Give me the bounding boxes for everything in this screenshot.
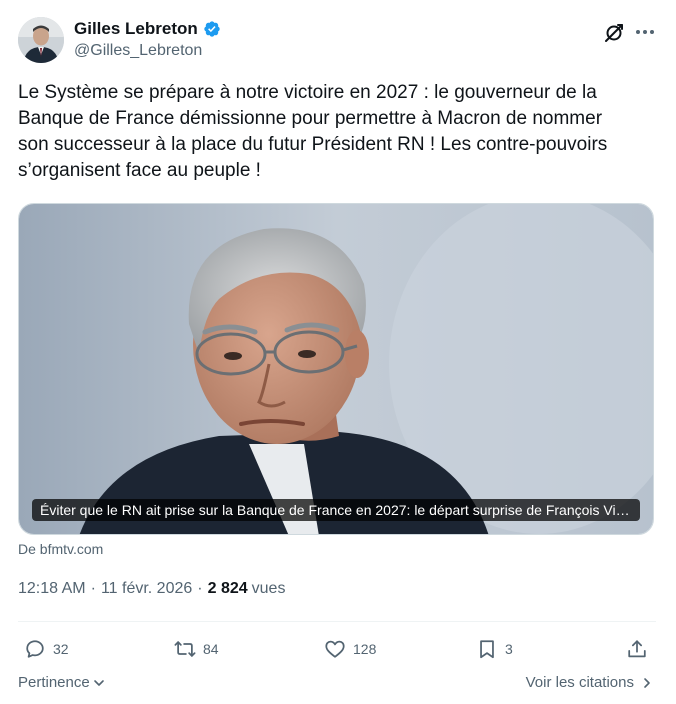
grok-icon[interactable]	[603, 22, 625, 44]
card-source[interactable]: De bfmtv.com	[18, 541, 103, 557]
reply-icon	[26, 640, 44, 658]
heart-icon	[325, 640, 345, 658]
like-button[interactable]: 128	[324, 634, 376, 664]
tweet-date[interactable]: 11 févr. 2026	[101, 580, 192, 598]
card-caption[interactable]: Éviter que le RN ait prise sur la Banque…	[32, 499, 640, 521]
divider	[18, 621, 656, 622]
reply-button[interactable]: 32	[24, 634, 69, 664]
chevron-right-icon	[644, 677, 650, 688]
link-card[interactable]: Éviter que le RN ait prise sur la Banque…	[18, 203, 654, 535]
repost-icon	[174, 641, 196, 657]
repost-button[interactable]: 84	[174, 634, 219, 664]
tweet: Gilles Lebreton @Gilles_Lebreton Le Syst…	[0, 0, 676, 704]
author-block: Gilles Lebreton @Gilles_Lebreton	[74, 18, 221, 60]
sort-dropdown[interactable]: Pertinence	[18, 674, 106, 691]
replies-toolbar: Pertinence Voir les citations	[18, 674, 656, 696]
bookmark-button[interactable]: 3	[476, 634, 513, 664]
tweet-text: Le Système se prépare à notre victoire e…	[18, 82, 608, 181]
display-name-row: Gilles Lebreton	[74, 18, 221, 40]
avatar[interactable]	[18, 17, 64, 63]
sort-label: Pertinence	[18, 674, 90, 691]
views-count: 2 824	[207, 580, 248, 597]
card-photo	[19, 204, 653, 534]
meta-separator: ·	[90, 580, 96, 597]
quotes-label: Voir les citations	[525, 674, 634, 691]
views-label: vues	[251, 580, 286, 597]
bookmark-count: 3	[505, 641, 513, 657]
like-count: 128	[353, 641, 377, 657]
author-display-name[interactable]: Gilles Lebreton	[74, 19, 198, 39]
share-button[interactable]	[626, 634, 648, 664]
reply-count: 32	[53, 641, 69, 657]
bookmark-icon	[480, 640, 494, 659]
action-bar: 32 84 128 3	[18, 634, 658, 664]
view-quotes-link[interactable]: Voir les citations	[526, 674, 654, 691]
more-icon[interactable]	[633, 20, 657, 44]
tweet-time[interactable]: 12:18 AM	[18, 580, 86, 598]
meta-separator: ·	[197, 580, 203, 597]
share-icon	[628, 640, 646, 658]
tweet-meta: 12:18 AM · 11 févr. 2026 · 2 824 vues	[18, 580, 285, 598]
chevron-down-icon	[93, 679, 104, 686]
verified-badge-icon[interactable]	[203, 20, 221, 38]
repost-count: 84	[203, 641, 219, 657]
author-handle[interactable]: @Gilles_Lebreton	[74, 42, 221, 60]
